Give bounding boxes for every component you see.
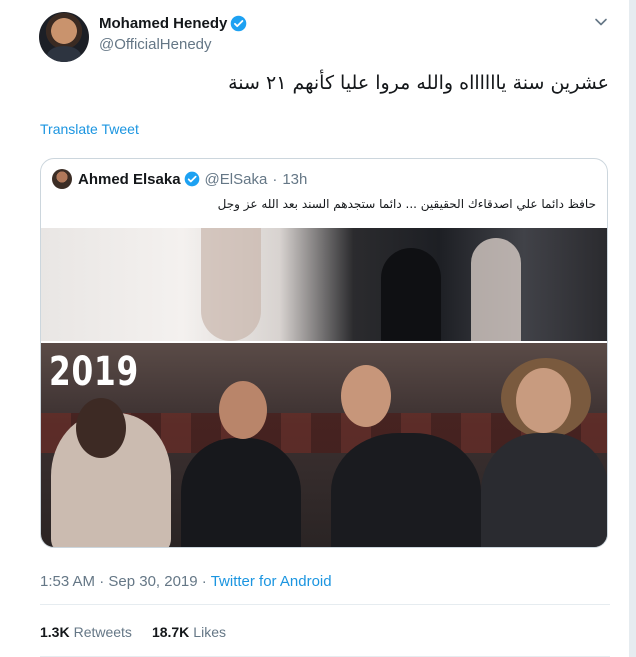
- photo-figure: [516, 368, 571, 433]
- quoted-author-avatar: [52, 169, 72, 189]
- photo-figure: [76, 398, 126, 458]
- tweet-header: Mohamed Henedy @OfficialHenedy: [39, 12, 609, 62]
- photo-top-panel: [41, 228, 607, 341]
- photo-figure: [181, 438, 301, 547]
- photo-bottom-panel: 2019: [41, 343, 607, 547]
- verified-badge-icon: [184, 171, 200, 187]
- photo-figure: [481, 433, 607, 547]
- quoted-tweet-photo[interactable]: 2019: [41, 228, 607, 547]
- avatar-collar: [47, 46, 81, 62]
- tweet-text: عشرين سنة يااااااه والله مروا عليا كأنهم…: [228, 72, 609, 94]
- photo-figure: [341, 365, 391, 427]
- chevron-down-icon[interactable]: [593, 14, 609, 30]
- tweet-timestamp[interactable]: 1:53 AM · Sep 30, 2019: [40, 573, 198, 590]
- dot-separator: ·: [201, 573, 207, 590]
- retweets-label: Retweets: [73, 624, 132, 640]
- tweet-source-link[interactable]: Twitter for Android: [211, 573, 332, 590]
- author-name-row[interactable]: Mohamed Henedy: [99, 15, 247, 32]
- retweets-count: 1.3K: [40, 624, 70, 640]
- quoted-tweet-text: حافظ دائما علي اصدقاءك الحقيقين ... دائم…: [217, 197, 596, 211]
- quoted-tweet-time: 13h: [282, 170, 308, 188]
- quoted-author-handle: @ElSaka: [204, 170, 268, 188]
- author-display-name[interactable]: Mohamed Henedy: [99, 15, 227, 32]
- photo-figure: [381, 248, 441, 341]
- photo-figure: [219, 381, 267, 439]
- photo-figure: [201, 228, 261, 341]
- author-handle[interactable]: @OfficialHenedy: [99, 36, 212, 53]
- photo-figure: [471, 238, 521, 341]
- likes-label: Likes: [193, 624, 226, 640]
- tweet-meta: 1:53 AM · Sep 30, 2019 · Twitter for And…: [40, 573, 332, 590]
- photo-year-caption: 2019: [49, 349, 139, 395]
- quoted-author-name: Ahmed Elsaka: [78, 170, 181, 188]
- translate-tweet-link[interactable]: Translate Tweet: [40, 121, 139, 137]
- quoted-tweet-card[interactable]: Ahmed Elsaka @ElSaka · 13h حافظ دائما عل…: [40, 158, 608, 548]
- author-avatar[interactable]: [39, 12, 89, 62]
- dot-separator: ·: [272, 170, 278, 188]
- quoted-tweet-header: Ahmed Elsaka @ElSaka · 13h: [52, 169, 307, 189]
- verified-badge-icon: [230, 15, 247, 32]
- tweet-stats: 1.3K Retweets 18.7K Likes: [40, 624, 246, 640]
- likes-stat[interactable]: 18.7K Likes: [152, 624, 226, 640]
- retweets-stat[interactable]: 1.3K Retweets: [40, 624, 132, 640]
- divider: [40, 604, 610, 605]
- photo-figure: [331, 433, 481, 547]
- scrollbar-gutter: [629, 0, 636, 657]
- likes-count: 18.7K: [151, 624, 190, 640]
